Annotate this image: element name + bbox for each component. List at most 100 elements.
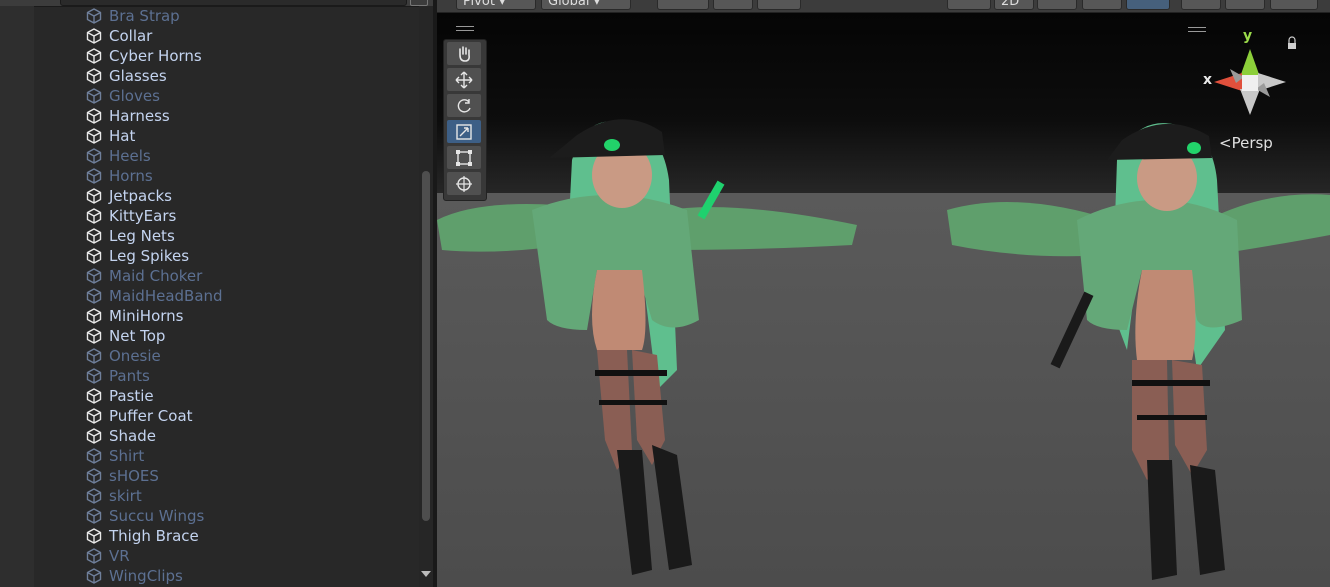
- scale-tool-button[interactable]: [447, 120, 481, 143]
- pivot-label: Pivot: [463, 0, 495, 9]
- hierarchy-item-label: Maid Choker: [109, 267, 203, 285]
- hierarchy-item[interactable]: Thigh Brace: [86, 526, 416, 546]
- unity-editor: Bra Strap Collar Cyber Horns Glasses Gloves H…: [0, 0, 1330, 587]
- hierarchy-item[interactable]: Jetpacks: [86, 186, 416, 206]
- hierarchy-item[interactable]: Net Top: [86, 326, 416, 346]
- hierarchy-item[interactable]: Heels: [86, 146, 416, 166]
- hierarchy-item-label: WingClips: [109, 567, 183, 585]
- audio-toggle[interactable]: [1082, 0, 1122, 10]
- hierarchy-item[interactable]: Leg Spikes: [86, 246, 416, 266]
- hierarchy-item-label: Gloves: [109, 87, 160, 105]
- hierarchy-item[interactable]: WingClips: [86, 566, 416, 586]
- gameobject-cube-icon: [86, 8, 102, 24]
- gameobject-cube-icon: [86, 468, 102, 484]
- global-toggle[interactable]: Global ▾: [541, 0, 631, 10]
- hierarchy-item[interactable]: KittyEars: [86, 206, 416, 226]
- increment-snap-button[interactable]: [713, 0, 753, 10]
- gameobject-cube-icon: [86, 568, 102, 584]
- draw-mode-button[interactable]: [757, 0, 801, 10]
- pivot-toggle[interactable]: Pivot ▾: [456, 0, 536, 10]
- hierarchy-item[interactable]: Leg Nets: [86, 226, 416, 246]
- hierarchy-item[interactable]: MiniHorns: [86, 306, 416, 326]
- tool-palette-grip-icon[interactable]: [456, 26, 474, 31]
- gameobject-cube-icon: [86, 428, 102, 444]
- scene-view[interactable]: Pivot ▾ Global ▾ 2D y x <Persp: [437, 0, 1330, 587]
- shading-mode-button[interactable]: [947, 0, 991, 10]
- hierarchy-item-label: Shirt: [109, 447, 145, 465]
- hierarchy-item[interactable]: sHOES: [86, 466, 416, 486]
- hierarchy-list: Bra Strap Collar Cyber Horns Glasses Gloves H…: [86, 6, 416, 586]
- hierarchy-item[interactable]: Hat: [86, 126, 416, 146]
- hierarchy-scroll-thumb[interactable]: [422, 171, 430, 521]
- hierarchy-item[interactable]: Harness: [86, 106, 416, 126]
- hierarchy-item[interactable]: Gloves: [86, 86, 416, 106]
- gameobject-cube-icon: [86, 548, 102, 564]
- gameobject-cube-icon: [86, 148, 102, 164]
- gameobject-cube-icon: [86, 228, 102, 244]
- hierarchy-item-label: Heels: [109, 147, 151, 165]
- hierarchy-item[interactable]: Horns: [86, 166, 416, 186]
- gameobject-cube-icon: [86, 168, 102, 184]
- transform-tool-button[interactable]: [447, 172, 481, 195]
- hierarchy-item[interactable]: Pants: [86, 366, 416, 386]
- gameobject-cube-icon: [86, 128, 102, 144]
- scroll-down-arrow-icon[interactable]: [421, 571, 431, 577]
- gameobject-cube-icon: [86, 88, 102, 104]
- hand-tool-button[interactable]: [447, 42, 481, 65]
- hierarchy-item-label: Succu Wings: [109, 507, 205, 525]
- gameobject-cube-icon: [86, 368, 102, 384]
- gameobject-cube-icon: [86, 488, 102, 504]
- 2d-label: 2D: [1001, 0, 1020, 9]
- tool-palette: [443, 26, 487, 201]
- hierarchy-item-label: Jetpacks: [109, 187, 172, 205]
- hierarchy-item[interactable]: Collar: [86, 26, 416, 46]
- hierarchy-item[interactable]: Puffer Coat: [86, 406, 416, 426]
- hierarchy-item-label: Net Top: [109, 327, 166, 345]
- hierarchy-item[interactable]: Glasses: [86, 66, 416, 86]
- gameobject-cube-icon: [86, 448, 102, 464]
- projection-label[interactable]: <Persp: [1219, 134, 1273, 152]
- hierarchy-item[interactable]: Succu Wings: [86, 506, 416, 526]
- visibility-toggle[interactable]: [1181, 0, 1221, 10]
- global-label: Global: [548, 0, 590, 9]
- layers-toggle[interactable]: [1126, 0, 1170, 10]
- hierarchy-item[interactable]: Shade: [86, 426, 416, 446]
- persp-arrow-icon: <: [1219, 134, 1232, 152]
- hierarchy-item[interactable]: Maid Choker: [86, 266, 416, 286]
- gameobject-cube-icon: [86, 208, 102, 224]
- move-icon: [455, 71, 473, 88]
- hierarchy-item[interactable]: MaidHeadBand: [86, 286, 416, 306]
- hierarchy-item-label: Pants: [109, 367, 150, 385]
- rotate-tool-button[interactable]: [447, 94, 481, 117]
- hierarchy-item-label: Onesie: [109, 347, 161, 365]
- scene-toolbar: Pivot ▾ Global ▾ 2D: [437, 0, 1330, 13]
- grid-snapping-button[interactable]: [657, 0, 709, 10]
- gameobject-cube-icon: [86, 388, 102, 404]
- lighting-toggle[interactable]: [1037, 0, 1077, 10]
- hierarchy-item[interactable]: Bra Strap: [86, 6, 416, 26]
- gameobject-cube-icon: [86, 308, 102, 324]
- avatar-left[interactable]: [437, 70, 897, 587]
- transform-icon: [456, 175, 472, 192]
- hierarchy-item-label: Glasses: [109, 67, 167, 85]
- move-tool-button[interactable]: [447, 68, 481, 91]
- 2d-toggle[interactable]: 2D: [994, 0, 1034, 10]
- gizmos-button[interactable]: [1270, 0, 1318, 10]
- gizmo-y-label: y: [1243, 28, 1253, 44]
- lock-icon[interactable]: [1288, 36, 1296, 49]
- hierarchy-indent-gutter: [0, 6, 34, 587]
- hierarchy-item[interactable]: Shirt: [86, 446, 416, 466]
- hierarchy-item[interactable]: Onesie: [86, 346, 416, 366]
- hierarchy-item[interactable]: skirt: [86, 486, 416, 506]
- rect-tool-button[interactable]: [447, 146, 481, 169]
- hierarchy-item[interactable]: Pastie: [86, 386, 416, 406]
- hierarchy-item-label: Puffer Coat: [109, 407, 193, 425]
- hierarchy-item[interactable]: Cyber Horns: [86, 46, 416, 66]
- hierarchy-scrollbar[interactable]: [419, 6, 433, 587]
- hierarchy-item[interactable]: VR: [86, 546, 416, 566]
- gameobject-cube-icon: [86, 288, 102, 304]
- camera-button[interactable]: [1225, 0, 1265, 10]
- hierarchy-item-label: skirt: [109, 487, 142, 505]
- hierarchy-item-label: Pastie: [109, 387, 154, 405]
- hierarchy-item-label: Bra Strap: [109, 7, 180, 25]
